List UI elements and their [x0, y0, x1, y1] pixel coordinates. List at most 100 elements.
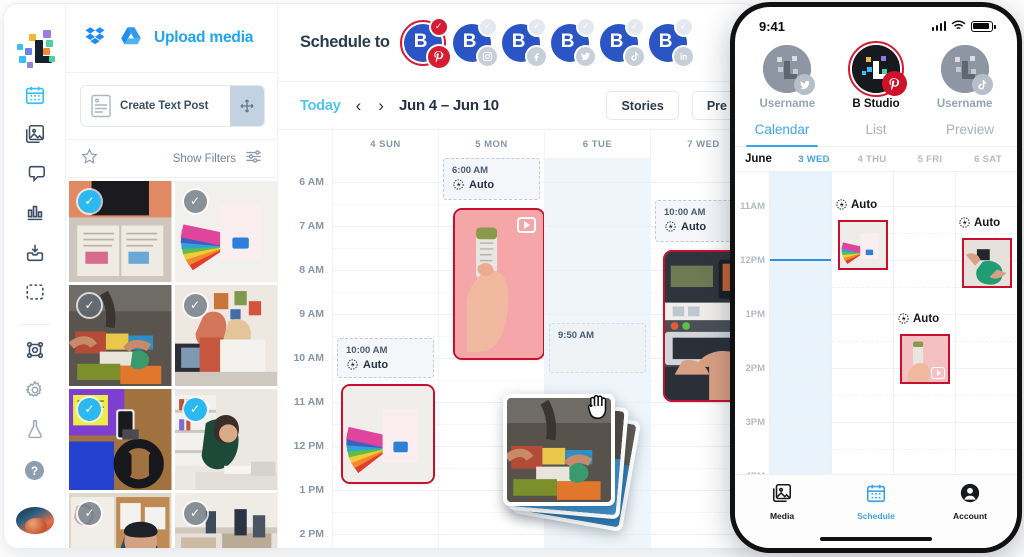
- sidebar-item-network[interactable]: [16, 339, 54, 366]
- time-label: 12PM: [740, 255, 765, 266]
- account-selector: B ✓ B ✓ B ✓ B ✓ B ✓ B ✓: [399, 18, 693, 68]
- stories-button[interactable]: Stories: [606, 91, 679, 120]
- account-facebook[interactable]: B ✓: [501, 18, 546, 66]
- media-selected-badge[interactable]: ✓: [183, 397, 207, 421]
- sidebar-item-analytics[interactable]: [16, 202, 54, 229]
- mobile-account-name: Username: [936, 98, 993, 110]
- person-circle-icon: [923, 482, 1017, 504]
- media-select-badge[interactable]: ✓: [183, 293, 207, 317]
- media-grid-item[interactable]: ✓: [69, 492, 172, 548]
- placeholder-time: 10:00 AM: [346, 345, 388, 356]
- sidebar-item-settings[interactable]: [16, 378, 54, 405]
- account-tiktok[interactable]: B ✓: [599, 18, 644, 66]
- account-linkedin[interactable]: B ✓: [648, 18, 693, 66]
- approved-check-icon: ✓: [675, 18, 692, 35]
- mobile-day-header[interactable]: 4 THU: [843, 154, 901, 165]
- mobile-day-header[interactable]: 3 WED: [785, 154, 843, 165]
- sidebar-item-media[interactable]: [16, 123, 54, 150]
- calendar-icon: [24, 84, 46, 111]
- time-label: 7 AM: [299, 220, 324, 232]
- app-logo[interactable]: [13, 26, 57, 68]
- tab-list[interactable]: List: [829, 114, 923, 146]
- media-grid-item[interactable]: ✓: [174, 388, 277, 490]
- media-grid-item[interactable]: ✓: [174, 180, 277, 282]
- show-filters-label[interactable]: Show Filters: [173, 153, 236, 165]
- flask-icon: [24, 418, 46, 445]
- media-selected-badge[interactable]: ✓: [78, 397, 101, 421]
- google-drive-icon[interactable]: [119, 24, 143, 53]
- mobile-scheduled-post[interactable]: [900, 334, 950, 384]
- next-week-button[interactable]: ›: [376, 97, 386, 114]
- mobile-day-column-wed[interactable]: [769, 172, 831, 474]
- sidebar-item-labs[interactable]: [16, 418, 54, 445]
- star-icon[interactable]: [80, 147, 99, 171]
- media-grid-item[interactable]: ✓: [69, 388, 172, 490]
- desktop-app-window: ? Upload media Create Text Post Show Fil…: [4, 4, 756, 548]
- sidebar-item-inbox[interactable]: [16, 241, 54, 268]
- mobile-account-twitter[interactable]: Username: [750, 45, 824, 110]
- mobile-day-column-fri[interactable]: Auto: [893, 172, 955, 474]
- time-label: 2PM: [745, 363, 765, 374]
- media-select-badge[interactable]: ✓: [78, 501, 101, 525]
- mobile-day-column-thu[interactable]: Auto: [831, 172, 893, 474]
- media-grid-item[interactable]: ✓: [69, 284, 172, 386]
- document-icon: [91, 94, 111, 118]
- account-instagram[interactable]: B ✓: [452, 18, 497, 66]
- media-grid-item[interactable]: ✓: [174, 492, 277, 548]
- time-label: 11 AM: [294, 396, 324, 408]
- scheduled-post[interactable]: [341, 384, 435, 484]
- mobile-day-header[interactable]: 6 SAT: [959, 154, 1017, 165]
- mobile-scheduled-post[interactable]: [962, 238, 1012, 288]
- bottom-tab-media[interactable]: Media: [735, 482, 829, 524]
- tab-calendar[interactable]: Calendar: [735, 114, 829, 147]
- sliders-icon[interactable]: [244, 147, 263, 171]
- media-grid-item[interactable]: ✓: [174, 284, 277, 386]
- rail-divider: [19, 324, 50, 325]
- account-pinterest[interactable]: B ✓: [399, 18, 450, 68]
- day-column-sun[interactable]: 10:00 AM Auto: [332, 158, 438, 548]
- prev-week-button[interactable]: ‹: [354, 97, 364, 114]
- linkedin-icon: [673, 46, 693, 66]
- mobile-calendar[interactable]: 11AM 12PM 1PM 2PM 3PM 4PM: [735, 172, 1017, 474]
- user-avatar[interactable]: [15, 506, 54, 534]
- bottom-tab-account[interactable]: Account: [923, 482, 1017, 524]
- media-select-badge[interactable]: ✓: [78, 293, 101, 317]
- mobile-day-header[interactable]: 5 FRI: [901, 154, 959, 165]
- time-label: 1PM: [745, 309, 765, 320]
- drag-preview-stack[interactable]: [503, 394, 642, 533]
- mobile-day-column-sat[interactable]: Auto: [955, 172, 1017, 474]
- sidebar-item-comments[interactable]: [16, 163, 54, 190]
- sidebar-item-help[interactable]: ?: [16, 457, 54, 484]
- media-selected-badge[interactable]: ✓: [78, 189, 101, 213]
- media-select-badge[interactable]: ✓: [183, 189, 207, 213]
- pinterest-icon: [881, 71, 907, 96]
- calendar-grid[interactable]: 6 AM 7 AM 8 AM 9 AM 10 AM 11 AM 12 PM 1 …: [278, 158, 756, 548]
- day-header[interactable]: 5 MON: [438, 130, 544, 158]
- upload-bar: Upload media: [66, 4, 277, 74]
- approved-check-icon: ✓: [528, 18, 545, 35]
- sidebar-item-schedule[interactable]: [16, 84, 54, 111]
- grab-hand-cursor: [583, 390, 617, 424]
- day-header[interactable]: 6 TUE: [544, 130, 650, 158]
- dropbox-icon[interactable]: [84, 24, 108, 53]
- create-text-post-button[interactable]: Create Text Post: [80, 85, 265, 128]
- bottom-tab-schedule[interactable]: Schedule: [829, 482, 923, 524]
- scheduled-post[interactable]: [453, 208, 545, 360]
- mobile-day-columns: Auto Auto Auto: [769, 172, 1017, 474]
- account-twitter[interactable]: B ✓: [550, 18, 595, 66]
- drag-handle-icon[interactable]: [230, 86, 264, 127]
- day-header[interactable]: 4 SUN: [332, 130, 438, 158]
- tab-preview[interactable]: Preview: [923, 114, 1017, 146]
- placeholder-auto: Auto: [452, 178, 531, 191]
- facebook-icon: [526, 46, 546, 66]
- mobile-account-tiktok[interactable]: Username: [928, 45, 1002, 110]
- media-grid-item[interactable]: ✓: [69, 180, 172, 282]
- mobile-scheduled-post[interactable]: [838, 220, 888, 270]
- sidebar-item-discover[interactable]: [16, 281, 54, 308]
- instagram-icon: [477, 46, 497, 66]
- time-gutter: 6 AM 7 AM 8 AM 9 AM 10 AM 11 AM 12 PM 1 …: [278, 158, 332, 548]
- media-select-badge[interactable]: ✓: [183, 501, 207, 525]
- today-button[interactable]: Today: [300, 98, 341, 114]
- upload-media-label[interactable]: Upload media: [154, 29, 253, 47]
- mobile-account-pinterest[interactable]: B Studio: [839, 41, 913, 110]
